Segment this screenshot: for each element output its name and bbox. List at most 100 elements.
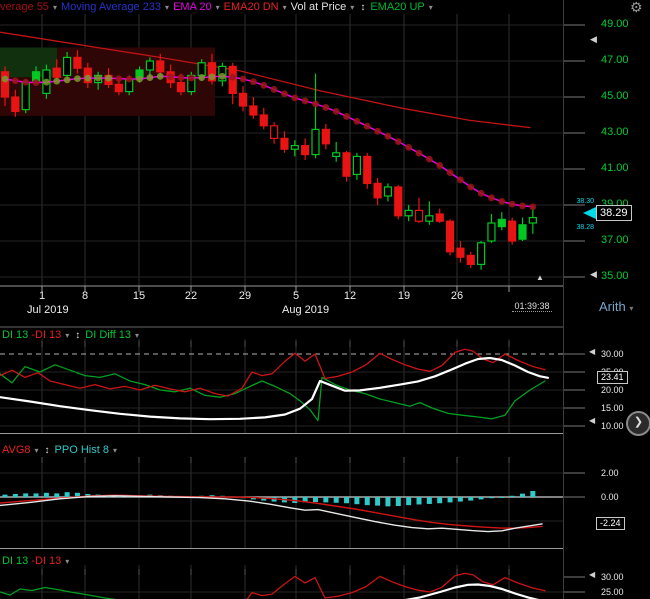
scroll-right-button[interactable]: ❯ bbox=[626, 411, 650, 436]
ppo-hist-bar bbox=[488, 497, 494, 499]
candle-body bbox=[114, 83, 123, 93]
chevron-down-icon[interactable]: ▾ bbox=[65, 557, 69, 566]
date-tick-label: 1 bbox=[38, 290, 46, 302]
ppo-hist-bar bbox=[426, 497, 432, 504]
ema-down-dot bbox=[394, 138, 402, 146]
ema-down-dot bbox=[270, 86, 278, 93]
date-tick-label: 5 bbox=[292, 290, 300, 302]
chevron-down-icon[interactable]: ▾ bbox=[283, 3, 287, 12]
candle-body bbox=[11, 96, 20, 112]
legend-item-verage-55[interactable]: verage 55 bbox=[0, 1, 49, 13]
ema-up-dot bbox=[198, 74, 206, 81]
di2-tick-label: 25.00 bbox=[601, 587, 624, 597]
date-tick-label: 12 bbox=[343, 290, 357, 302]
legend-item-ema20-dn[interactable]: EMA20 DN bbox=[224, 1, 279, 13]
chevron-down-icon[interactable]: ▾ bbox=[113, 446, 117, 455]
di-tick-label: 15.00 bbox=[601, 403, 624, 413]
ppo-hist-bar bbox=[23, 493, 29, 497]
legend-item-ema20-up[interactable]: EMA20 UP bbox=[370, 1, 424, 13]
chevron-down-icon[interactable]: ▾ bbox=[65, 331, 69, 340]
legend-item-di-diff-13[interactable]: DI Diff 13 bbox=[85, 329, 131, 341]
legend-item-di-13[interactable]: DI 13 bbox=[2, 329, 28, 341]
ppo-hist-bar bbox=[2, 494, 8, 497]
updown-icon[interactable]: ↕ bbox=[360, 2, 365, 13]
up-marker-icon: ▲ bbox=[536, 273, 544, 282]
di-panel-legend: DI 13 -DI 13 ▾ ↕ DI Diff 13 ▾ bbox=[2, 329, 140, 341]
chevron-down-icon[interactable]: ▾ bbox=[350, 3, 354, 12]
legend-item--di-13[interactable]: -DI 13 bbox=[31, 329, 61, 341]
candle-body bbox=[383, 186, 393, 197]
ema-down-dot bbox=[415, 149, 423, 157]
ema-down-dot bbox=[322, 104, 330, 111]
ema-down-dot bbox=[446, 169, 454, 177]
ask-price-label: 38.28 bbox=[576, 224, 594, 231]
di2-panel-legend: DI 13 -DI 13 ▾ bbox=[2, 555, 70, 567]
updown-icon[interactable]: ↕ bbox=[75, 330, 80, 341]
ema-down-dot bbox=[250, 78, 257, 86]
ppo-value-box: -2.24 bbox=[596, 517, 625, 530]
ema-down-dot bbox=[11, 77, 19, 85]
ppo-hist-bar bbox=[323, 497, 329, 503]
chevron-down-icon[interactable]: ▾ bbox=[429, 3, 433, 12]
candle-body bbox=[321, 128, 330, 145]
ppo-hist-bar bbox=[313, 497, 318, 503]
ppo-hist-bar bbox=[344, 497, 350, 504]
left-marker-icon: ◀ bbox=[590, 34, 597, 44]
date-tick-label: 26 bbox=[450, 290, 464, 302]
candle-body bbox=[290, 145, 299, 150]
ppo-hist-bar bbox=[447, 497, 453, 503]
ppo-hist-bar bbox=[468, 497, 474, 501]
ppo-hist-bar bbox=[364, 497, 370, 506]
candle-body bbox=[52, 67, 61, 78]
candle-body bbox=[342, 152, 351, 177]
chevron-down-icon[interactable]: ▾ bbox=[53, 3, 57, 12]
settings-icon[interactable]: ⚙ bbox=[630, 0, 643, 16]
legend-item-ppo-hist-8[interactable]: PPO Hist 8 bbox=[55, 444, 109, 456]
ppo-hist-bar bbox=[509, 495, 515, 497]
legend-item-di-13[interactable]: DI 13 bbox=[2, 555, 28, 567]
chevron-down-icon[interactable]: ▾ bbox=[165, 3, 169, 12]
ema-up-dot bbox=[105, 74, 112, 82]
chart-window: verage 55 ▾ Moving Average 233 ▾ EMA 20 ▾ EMA2… bbox=[0, 0, 650, 599]
ema-down-dot bbox=[32, 79, 40, 86]
candle-body bbox=[156, 60, 165, 73]
legend-item-moving-average-233[interactable]: Moving Average 233 bbox=[61, 1, 161, 13]
ema-down-dot bbox=[301, 97, 309, 105]
ema-down-dot bbox=[343, 113, 350, 120]
month-label: Aug 2019 bbox=[282, 304, 330, 316]
ema-down-dot bbox=[125, 75, 133, 83]
candle-body bbox=[238, 92, 248, 107]
updown-icon[interactable]: ↕ bbox=[45, 445, 50, 456]
legend-item--di-13[interactable]: -DI 13 bbox=[31, 555, 61, 567]
time-remaining-label: 01:39:38 bbox=[512, 301, 552, 312]
bid-price-label: 38.30 bbox=[576, 198, 594, 205]
ema-down-dot bbox=[260, 81, 268, 89]
price-tick-label: 43.00 bbox=[601, 126, 629, 138]
chevron-down-icon[interactable]: ▾ bbox=[216, 3, 220, 12]
ppo-hist-bar bbox=[457, 497, 463, 502]
last-price-box: 38.29 bbox=[596, 205, 632, 221]
left-marker-icon: ◀ bbox=[589, 347, 596, 356]
ema-down-dot bbox=[508, 200, 516, 208]
chevron-down-icon[interactable]: ▾ bbox=[35, 446, 39, 455]
ema-down-dot bbox=[425, 155, 433, 163]
legend-item-ema-20[interactable]: EMA 20 bbox=[173, 1, 212, 13]
legend-item-vol-at-price[interactable]: Vol at Price bbox=[291, 1, 347, 13]
ema-down-dot bbox=[353, 117, 361, 125]
ema-down-dot bbox=[384, 132, 392, 140]
chevron-down-icon[interactable]: ▾ bbox=[135, 331, 139, 340]
ema-up-dot bbox=[84, 74, 92, 82]
ema-down-dot bbox=[22, 78, 30, 86]
legend-item-avg8[interactable]: AVG8 bbox=[2, 444, 31, 456]
charts-canvas[interactable] bbox=[0, 0, 650, 599]
candle-body bbox=[0, 71, 10, 98]
ema-down-dot bbox=[167, 73, 175, 81]
ema-down-dot bbox=[477, 189, 485, 197]
candle-body bbox=[414, 209, 424, 222]
ema-down-dot bbox=[363, 122, 371, 130]
ppo-panel-legend: AVG8 ▾ ↕ PPO Hist 8 ▾ bbox=[2, 444, 118, 456]
candle-body bbox=[466, 254, 475, 265]
axis-scale-selector[interactable]: Arith ▾ bbox=[599, 299, 633, 314]
candle-body bbox=[270, 125, 279, 140]
ema-down-dot bbox=[529, 203, 537, 211]
